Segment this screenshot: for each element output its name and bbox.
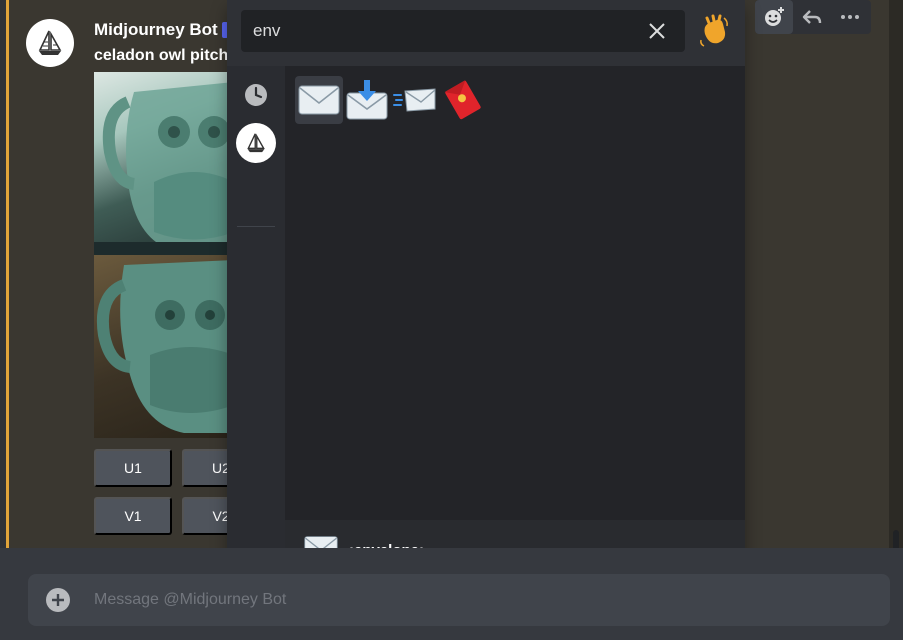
add-reaction-icon <box>765 7 784 26</box>
reply-button[interactable] <box>793 0 831 34</box>
clear-search-button[interactable] <box>645 19 669 43</box>
message-actions-toolbar <box>755 0 871 34</box>
category-divider <box>237 226 275 227</box>
emoji-search-box[interactable] <box>241 10 685 52</box>
sailboat-icon <box>247 133 265 153</box>
scrollbar-track[interactable] <box>889 0 903 548</box>
waving-hand-icon <box>700 14 728 47</box>
emoji-results-grid <box>285 66 745 520</box>
incoming-envelope-icon[interactable] <box>391 76 439 124</box>
add-reaction-button[interactable] <box>755 0 793 34</box>
red-envelope-icon[interactable] <box>439 76 487 124</box>
server-emoji-category-button[interactable] <box>235 122 277 164</box>
sailboat-icon <box>38 30 62 55</box>
image-grid[interactable] <box>94 72 234 438</box>
envelope-icon[interactable] <box>295 76 343 124</box>
add-attachment-button[interactable] <box>46 588 70 612</box>
owl-pitcher-image-1[interactable] <box>94 72 234 255</box>
message-input[interactable] <box>94 588 854 612</box>
plus-icon <box>52 594 64 606</box>
more-options-button[interactable] <box>831 0 869 34</box>
message-highlight-bar <box>6 0 9 548</box>
emoji-picker: :envelope: <box>227 0 745 580</box>
envelope-with-arrow-icon[interactable] <box>343 76 391 124</box>
clock-icon <box>245 84 267 106</box>
close-icon <box>649 23 665 39</box>
ellipsis-icon <box>841 15 859 19</box>
composer-area <box>0 548 903 640</box>
upscale-1-button[interactable]: U1 <box>94 449 172 487</box>
author-name[interactable]: Midjourney Bot <box>94 20 218 40</box>
owl-pitcher-image-3[interactable] <box>94 255 234 438</box>
emoji-category-rail <box>227 66 285 580</box>
avatar[interactable] <box>26 19 74 67</box>
recent-category-button[interactable] <box>235 74 277 116</box>
message-composer[interactable] <box>28 574 890 626</box>
emoji-picker-header <box>227 0 745 66</box>
variation-1-button[interactable]: V1 <box>94 497 172 535</box>
reply-icon <box>802 10 822 24</box>
skin-tone-button[interactable] <box>695 12 733 50</box>
prompt-text: celadon owl pitcher <box>94 47 229 64</box>
emoji-search-input[interactable] <box>253 18 633 44</box>
